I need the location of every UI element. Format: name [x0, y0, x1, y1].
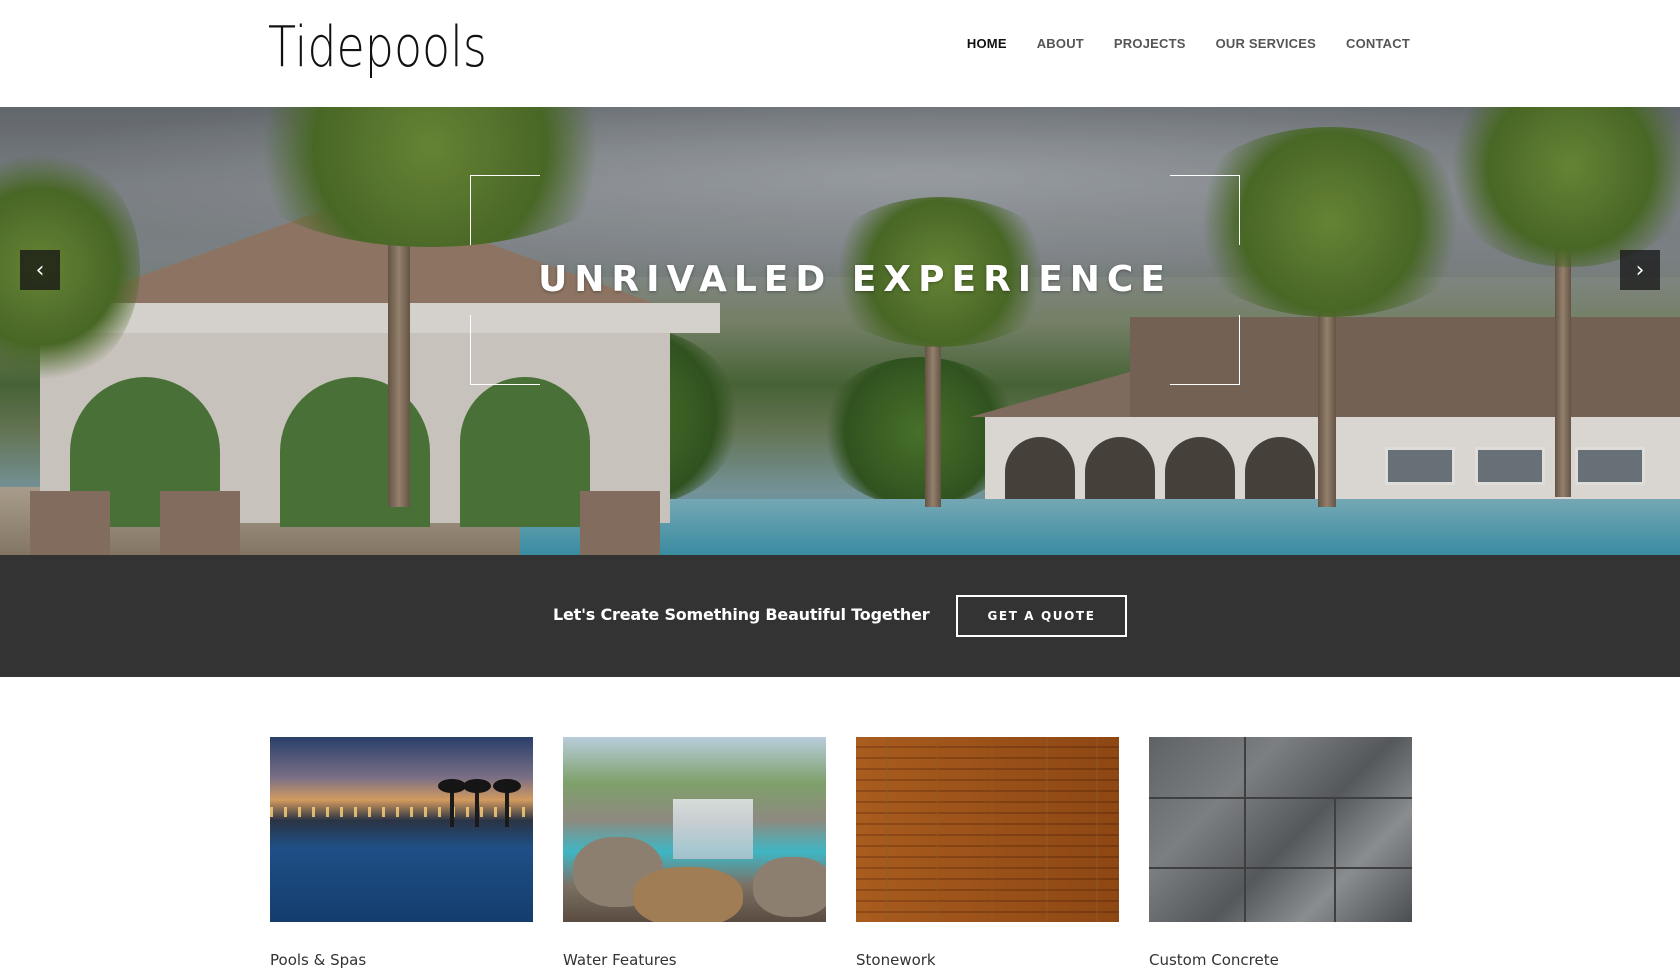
service-image-custom-concrete[interactable]	[1149, 737, 1412, 922]
nav-item-projects[interactable]: PROJECTS	[1114, 36, 1186, 52]
site-logo[interactable]: Tidepools	[268, 16, 487, 80]
slab-joint	[1244, 737, 1246, 922]
service-label[interactable]: Stonework	[856, 951, 936, 969]
hero-title: UNRIVALED EXPERIENCE	[538, 259, 1172, 300]
brick-joint	[1096, 737, 1098, 922]
nav-item-about[interactable]: ABOUT	[1037, 36, 1084, 52]
slab-joint	[1149, 797, 1412, 799]
brick-joint	[936, 737, 938, 922]
get-quote-button[interactable]: GET A QUOTE	[956, 595, 1127, 637]
main-nav: HOME ABOUT PROJECTS OUR SERVICES CONTACT	[937, 36, 1410, 52]
palm-silhouette	[493, 779, 521, 827]
hero-frame-corner	[470, 315, 540, 385]
brick-joint	[886, 737, 888, 922]
slab-joint	[1334, 797, 1336, 922]
cta-text: Let's Create Something Beautiful Togethe…	[553, 605, 930, 624]
service-card-custom-concrete[interactable]: Custom Concrete	[1149, 737, 1412, 969]
cta-bar: Let's Create Something Beautiful Togethe…	[0, 555, 1680, 677]
services-grid: Pools & Spas Water Features Stonework Cu…	[270, 737, 1412, 972]
hero-overlay	[0, 107, 1680, 555]
brick-joint	[991, 737, 993, 922]
service-image-stonework[interactable]	[856, 737, 1119, 922]
service-image-pools-spas[interactable]	[270, 737, 533, 922]
palm-silhouette	[463, 779, 491, 827]
service-card-stonework[interactable]: Stonework	[856, 737, 1119, 969]
slider-next-button[interactable]: ›	[1620, 250, 1660, 290]
nav-item-our-services[interactable]: OUR SERVICES	[1216, 36, 1316, 52]
palm-silhouette	[438, 779, 466, 827]
chevron-right-icon: ›	[1635, 257, 1645, 283]
chevron-left-icon: ‹	[35, 257, 45, 283]
service-label[interactable]: Water Features	[563, 951, 677, 969]
hero-frame-corner	[1170, 315, 1240, 385]
service-card-water-features[interactable]: Water Features	[563, 737, 826, 969]
service-image-water-features[interactable]	[563, 737, 826, 922]
nav-item-contact[interactable]: CONTACT	[1346, 36, 1410, 52]
slider-prev-button[interactable]: ‹	[20, 250, 60, 290]
pool-lights	[270, 807, 533, 817]
site-header: Tidepools HOME ABOUT PROJECTS OUR SERVIC…	[0, 0, 1680, 107]
hero-frame-corner	[470, 175, 540, 245]
service-card-pools-spas[interactable]: Pools & Spas	[270, 737, 533, 969]
waterfall	[673, 799, 753, 859]
slab-joint	[1149, 867, 1412, 869]
service-label[interactable]: Pools & Spas	[270, 951, 366, 969]
hero-frame-corner	[1170, 175, 1240, 245]
service-label[interactable]: Custom Concrete	[1149, 951, 1279, 969]
hero-slider: UNRIVALED EXPERIENCE ‹ ›	[0, 107, 1680, 555]
nav-item-home[interactable]: HOME	[967, 36, 1007, 52]
brick-joint	[1046, 737, 1048, 922]
rock	[633, 867, 743, 922]
rock	[753, 857, 826, 917]
